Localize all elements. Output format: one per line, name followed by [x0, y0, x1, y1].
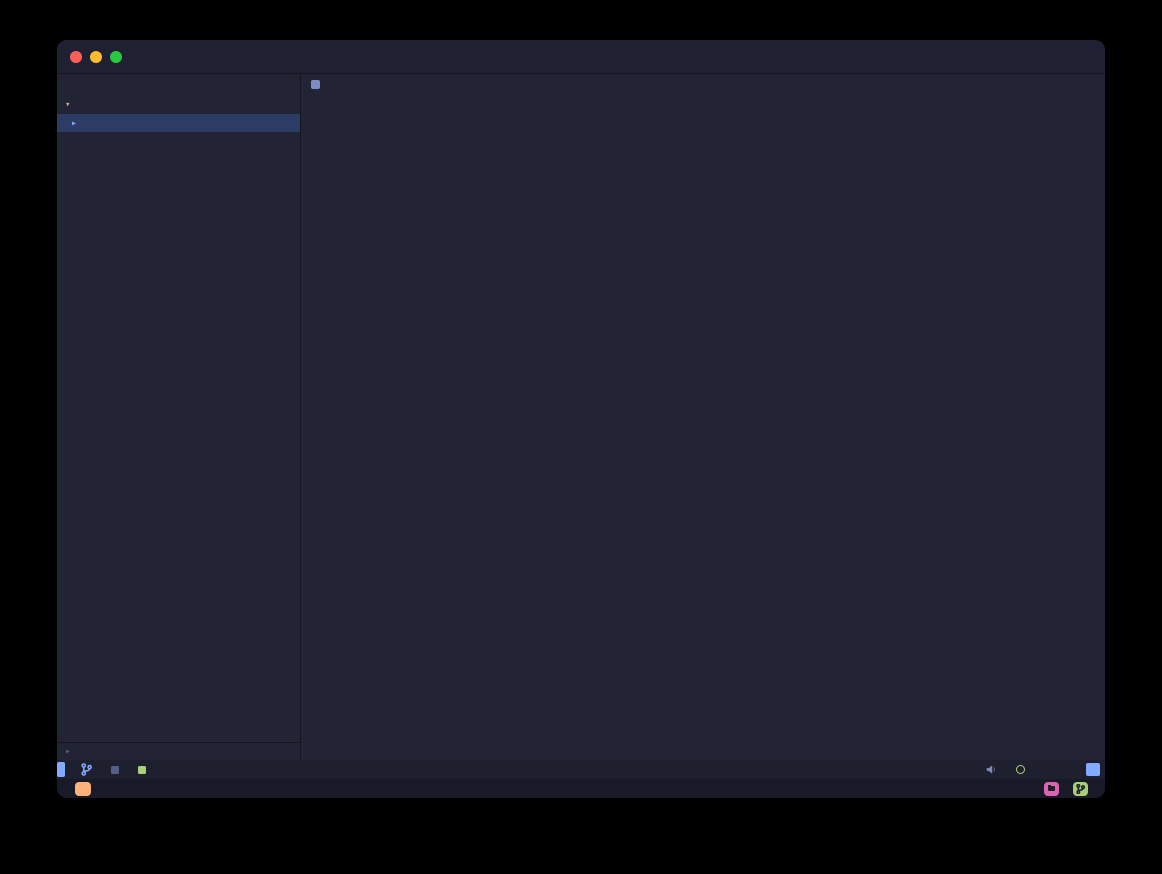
filetype-icon: [111, 766, 119, 774]
shell-file-icon: [311, 80, 320, 89]
git-branch-icon: [81, 763, 92, 776]
tmux-status-right: [1044, 782, 1095, 796]
editor-pane: [301, 74, 1105, 760]
terminal-window: ▾ ▸ ▸: [57, 40, 1105, 798]
minimize-window-button[interactable]: [90, 51, 102, 63]
window-content: ▾ ▸ ▸: [57, 74, 1105, 760]
close-window-button[interactable]: [70, 51, 82, 63]
neotree-sidebar: ▾ ▸ ▸: [57, 74, 301, 760]
statusline: [57, 760, 1105, 779]
lsp-icon: [986, 764, 997, 775]
root-folder-icon: ▸: [71, 118, 77, 129]
git-branch-segment: [81, 763, 97, 776]
sidebar-spacer: [57, 150, 300, 742]
hidden-items-note: [57, 132, 300, 150]
treesitter-segment: [1016, 765, 1030, 774]
chevron-right-icon: ▸: [65, 746, 71, 757]
tmux-window-index[interactable]: [75, 782, 91, 796]
neotree-title: ▾: [57, 96, 300, 114]
code-area: [301, 94, 1105, 760]
titlebar[interactable]: [57, 40, 1105, 74]
zoom-window-button[interactable]: [110, 51, 122, 63]
tmux-statusbar: [57, 779, 1105, 798]
mode-indicator-right: [1086, 763, 1100, 776]
plugin-count-segment: [138, 766, 151, 774]
tree-root[interactable]: ▸: [57, 114, 300, 132]
chevron-down-icon: ▾: [65, 100, 70, 110]
tabline: [301, 74, 1105, 94]
treesitter-icon: [1016, 765, 1025, 774]
lsp-clients-segment: [986, 764, 1002, 775]
plugin-icon: [138, 766, 146, 774]
folder-glyph: [1048, 786, 1055, 791]
neotree-buffers-header[interactable]: ▸: [57, 742, 300, 760]
window-controls: [57, 51, 122, 63]
directory-icon: [1044, 782, 1059, 796]
desktop: ▾ ▸ ▸: [0, 0, 1162, 874]
tmux-branch-icon: [1073, 782, 1088, 796]
filetype-segment: [111, 766, 124, 774]
statusline-right: [986, 763, 1105, 776]
mode-indicator: [57, 762, 65, 777]
